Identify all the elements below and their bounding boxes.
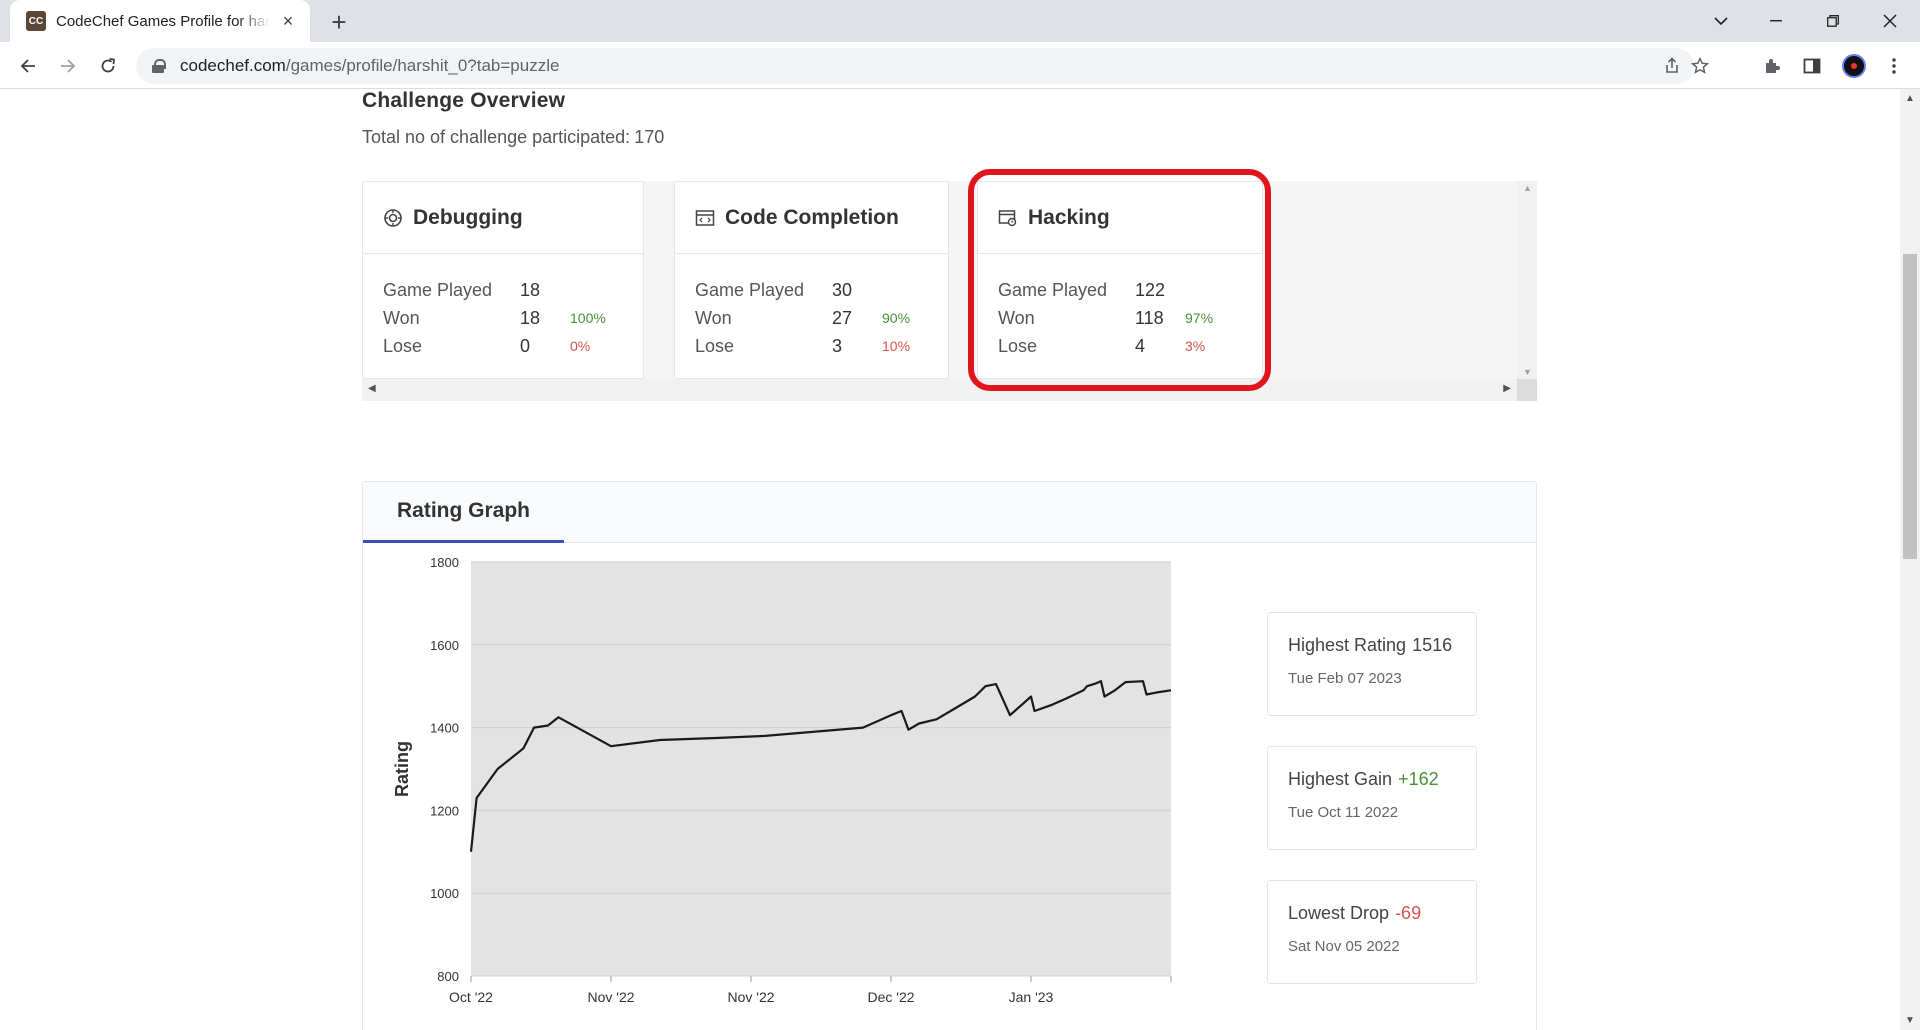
- y-tick-label: 1800: [430, 555, 459, 570]
- cards-horizontal-scrollbar[interactable]: ◀ ▶: [362, 379, 1517, 401]
- side-panel-icon[interactable]: [1798, 52, 1826, 80]
- browser-tab[interactable]: CC CodeChef Games Profile for harshit_0 …: [10, 0, 310, 42]
- highest-gain-value: +162: [1398, 769, 1439, 789]
- close-window-icon[interactable]: [1862, 0, 1918, 42]
- profile-avatar[interactable]: [1842, 54, 1866, 78]
- scrollbar-corner: [1517, 379, 1537, 401]
- tab-rating-graph[interactable]: Rating Graph: [363, 482, 564, 543]
- rating-chart: 800 1000 1200 1400 1600 1800 Rating Oct '22 Nov …: [392, 555, 1172, 1005]
- debugging-card: Debugging Game Played 18 Won 18 100% Lose 0 0…: [362, 181, 644, 379]
- debug-icon: [384, 208, 402, 227]
- browser-toolbar: codechef.com/games/profile/harshit_0?tab…: [0, 42, 1920, 89]
- stat-row-won: Won 18 100%: [383, 307, 606, 328]
- challenge-overview-title: Challenge Overview: [362, 89, 566, 112]
- minimize-icon[interactable]: [1748, 0, 1804, 42]
- lowest-drop-label: Lowest Drop: [1288, 903, 1390, 923]
- x-tick-label: Nov '22: [727, 989, 774, 1005]
- highest-rating-box: Highest Rating 1516 Tue Feb 07 2023: [1267, 612, 1477, 716]
- graph-tabs: Rating Graph: [363, 482, 1536, 543]
- lowest-drop-date: Sat Nov 05 2022: [1288, 938, 1400, 955]
- card-header: Code Completion: [675, 182, 948, 254]
- x-tick-label: Jan '23: [1009, 989, 1054, 1005]
- stat-row-won: Won 27 90%: [695, 307, 911, 328]
- url-text: codechef.com/games/profile/harshit_0?tab…: [180, 56, 560, 75]
- forward-icon[interactable]: [54, 52, 82, 80]
- page-scroll-thumb[interactable]: [1903, 254, 1917, 559]
- y-tick-label: 800: [437, 969, 459, 984]
- rating-graph-panel: Rating Graph 800 1000 1200 1400 1600 1800 Rati…: [362, 481, 1537, 1030]
- highest-gain-box: Highest Gain +162 Tue Oct 11 2022: [1267, 746, 1477, 850]
- tab-close-icon[interactable]: ×: [278, 11, 298, 31]
- card-header: Debugging: [363, 182, 643, 254]
- y-axis-label: Rating: [392, 741, 412, 797]
- browser-tabbar: CC CodeChef Games Profile for harshit_0 …: [0, 0, 1920, 42]
- total-challenges: Total no of challenge participated: 170: [362, 127, 665, 147]
- lock-icon[interactable]: [152, 59, 166, 73]
- highest-gain-date: Tue Oct 11 2022: [1288, 804, 1399, 821]
- code-completion-card: Code Completion Game Played 30 Won 27 90% L…: [674, 181, 949, 379]
- plot-area: [471, 562, 1171, 976]
- x-tick-label: Nov '22: [587, 989, 634, 1005]
- highest-rating-date: Tue Feb 07 2023: [1288, 670, 1402, 687]
- extensions-icon[interactable]: [1758, 52, 1786, 80]
- stat-row-lose: Lose 0 0%: [383, 335, 591, 356]
- new-tab-icon[interactable]: +: [325, 7, 353, 37]
- card-title: Debugging: [413, 205, 523, 229]
- back-icon[interactable]: [14, 52, 42, 80]
- chrome-menu-icon[interactable]: [1880, 52, 1908, 80]
- page-scrollbar[interactable]: ▲ ▼: [1900, 89, 1920, 1030]
- highest-rating-label: Highest Rating: [1288, 635, 1407, 655]
- total-challenges-value: 170: [634, 127, 665, 147]
- codechef-favicon-icon: CC: [26, 11, 46, 31]
- game-cards-container[interactable]: Debugging Game Played 18 Won 18 100% Lose 0 0…: [362, 181, 1537, 401]
- lowest-drop-box: Lowest Drop -69 Sat Nov 05 2022: [1267, 880, 1477, 984]
- y-tick-label: 1400: [430, 721, 459, 736]
- won-percent: 90%: [882, 310, 911, 326]
- scroll-down-arrow-icon[interactable]: ▼: [1523, 367, 1532, 377]
- highest-gain-label: Highest Gain: [1288, 769, 1393, 789]
- y-tick-label: 1600: [430, 638, 459, 653]
- x-tick-label: Oct '22: [449, 989, 493, 1005]
- reload-icon[interactable]: [94, 52, 122, 80]
- page-scroll-down-icon[interactable]: ▼: [1905, 1015, 1915, 1026]
- scroll-left-arrow-icon[interactable]: ◀: [368, 383, 376, 394]
- card-stats: Game Played 30 Won 27 90% Lose 3 10%: [675, 254, 948, 360]
- cards-vertical-scrollbar[interactable]: ▲ ▼: [1517, 181, 1537, 379]
- card-stats: Game Played 18 Won 18 100% Lose 0 0%: [363, 254, 643, 360]
- share-icon[interactable]: [1660, 54, 1684, 78]
- tab-title: CodeChef Games Profile for harshit_0: [56, 12, 270, 30]
- code-window-icon: [695, 209, 715, 226]
- tab-search-icon[interactable]: [1693, 0, 1749, 42]
- restore-icon[interactable]: [1805, 0, 1861, 42]
- stat-row-played: Game Played 18: [383, 279, 541, 300]
- scroll-right-arrow-icon[interactable]: ▶: [1503, 383, 1511, 394]
- hacking-card-highlight: [968, 169, 1271, 391]
- lose-percent: 0%: [570, 338, 591, 354]
- page-scroll-up-icon[interactable]: ▲: [1905, 93, 1915, 104]
- lowest-drop-value: -69: [1395, 903, 1422, 923]
- bookmark-star-icon[interactable]: [1688, 54, 1712, 78]
- y-tick-label: 1000: [430, 886, 459, 901]
- page-content: Challenge Overview Total no of challenge…: [0, 89, 1900, 1030]
- address-bar[interactable]: codechef.com/games/profile/harshit_0?tab…: [136, 48, 1709, 84]
- y-tick-label: 1200: [430, 803, 459, 818]
- stat-row-played: Game Played 30: [695, 279, 853, 300]
- stat-row-lose: Lose 3 10%: [695, 335, 911, 356]
- x-tick-label: Dec '22: [867, 989, 914, 1005]
- highest-rating-value: 1516: [1412, 635, 1453, 655]
- won-percent: 100%: [570, 310, 606, 326]
- scroll-up-arrow-icon[interactable]: ▲: [1523, 183, 1532, 193]
- card-title: Code Completion: [725, 205, 899, 229]
- lose-percent: 10%: [882, 338, 911, 354]
